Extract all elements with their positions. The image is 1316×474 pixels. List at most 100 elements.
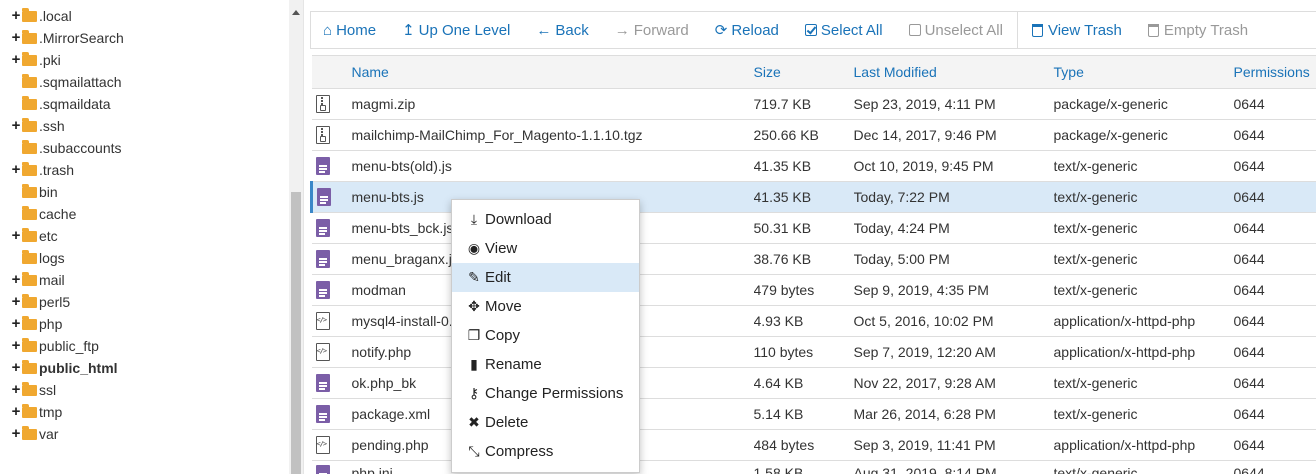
expand-icon[interactable]: + (10, 8, 22, 23)
file-name[interactable]: mailchimp-MailChimp_For_Magento-1.1.10.t… (351, 119, 754, 151)
folder-icon (22, 249, 37, 264)
expand-icon[interactable]: + (10, 228, 22, 243)
file-permissions: 0644 (1233, 274, 1316, 306)
empty-trash-button[interactable]: Empty Trash (1147, 22, 1248, 39)
menu-item-download[interactable]: ⤓ Download (452, 205, 639, 234)
tree-item-public_ftp[interactable]: + public_ftp (10, 335, 99, 357)
tree-item-label: perl5 (39, 294, 71, 310)
text-file-icon (315, 281, 330, 300)
tree-item-var[interactable]: + var (10, 423, 58, 445)
tree-item-label: .subaccounts (39, 140, 122, 156)
menu-item-label: Delete (485, 414, 529, 431)
menu-item-edit[interactable]: ✎ Edit (452, 263, 639, 292)
tree-item-dot-sqmaildata[interactable]: .sqmaildata (22, 93, 111, 115)
menu-item-copy[interactable]: ❐ Copy (452, 321, 639, 350)
file-modified: Sep 7, 2019, 12:20 AM (853, 336, 1054, 368)
expand-icon[interactable]: + (10, 316, 22, 331)
unselect-all-label: Unselect All (924, 21, 1003, 39)
file-modified: Today, 5:00 PM (853, 243, 1054, 275)
tree-item-label: tmp (39, 404, 63, 420)
back-button[interactable]: ← Back (536, 22, 588, 39)
tree-item-mail[interactable]: + mail (10, 269, 65, 291)
back-label: Back (555, 21, 589, 39)
expand-icon[interactable]: + (10, 30, 22, 45)
tree-item-php[interactable]: + php (10, 313, 62, 335)
file-size: 4.93 KB (753, 305, 854, 337)
menu-item-delete[interactable]: ✖ Delete (452, 408, 639, 437)
scroll-up-icon[interactable] (292, 10, 300, 15)
tree-item-perl5[interactable]: + perl5 (10, 291, 70, 313)
file-name[interactable]: menu-bts(old).js (351, 150, 754, 182)
folder-icon (22, 425, 37, 440)
tree-item-logs[interactable]: logs (22, 247, 65, 269)
tree-scrollbar[interactable] (289, 0, 303, 474)
expand-icon[interactable]: + (10, 52, 22, 67)
table-row[interactable]: magmi.zip 719.7 KB Sep 23, 2019, 4:11 PM pa… (311, 88, 1316, 120)
name-column-header[interactable]: Name (351, 55, 754, 89)
folder-icon (22, 95, 37, 110)
folder-icon (22, 227, 37, 242)
menu-item-change-permissions[interactable]: ⚷ Change Permissions (452, 379, 639, 408)
expand-icon[interactable]: + (10, 338, 22, 353)
tree-item-dot-mirrorsearch[interactable]: + .MirrorSearch (10, 27, 124, 49)
file-icon-cell (311, 429, 352, 461)
select-all-button[interactable]: Select All (804, 22, 883, 39)
file-name[interactable]: magmi.zip (351, 88, 754, 120)
file-permissions: 0644 (1233, 181, 1316, 213)
expand-icon[interactable]: + (10, 162, 22, 177)
home-button[interactable]: ⌂ Home (323, 22, 376, 39)
tree-item-dot-subaccounts[interactable]: .subaccounts (22, 137, 122, 159)
tree-item-label: cache (39, 206, 77, 222)
tree-item-dot-sqmailattach[interactable]: .sqmailattach (22, 71, 121, 93)
pane-splitter[interactable] (303, 0, 310, 474)
folder-icon (22, 73, 37, 88)
file-size: 719.7 KB (753, 88, 854, 120)
menu-item-rename[interactable]: ▮ Rename (452, 350, 639, 379)
file-modified: Mar 26, 2014, 6:28 PM (853, 398, 1054, 430)
menu-item-view[interactable]: ◉ View (452, 234, 639, 263)
expand-icon[interactable]: + (10, 404, 22, 419)
menu-item-move[interactable]: ✥ Move (452, 292, 639, 321)
unselect-all-button[interactable]: Unselect All (908, 21, 1003, 39)
tree-item-dot-ssh[interactable]: + .ssh (10, 115, 65, 137)
file-type: package/x-generic (1053, 88, 1234, 120)
modified-column-header[interactable]: Last Modified (853, 55, 1054, 89)
tree-item-dot-local[interactable]: + .local (10, 5, 72, 27)
expand-icon[interactable]: + (10, 272, 22, 287)
expand-icon[interactable]: + (10, 426, 22, 441)
tree-item-label: ssl (39, 382, 57, 398)
file-type: application/x-httpd-php (1053, 336, 1234, 368)
expand-icon[interactable]: + (10, 360, 22, 375)
permissions-column-header[interactable]: Permissions (1233, 55, 1316, 89)
tree-item-cache[interactable]: cache (22, 203, 76, 225)
tree-item-dot-trash[interactable]: + .trash (10, 159, 74, 181)
file-permissions: 0644 (1233, 119, 1316, 151)
size-column-header[interactable]: Size (753, 55, 854, 89)
file-icon-cell (311, 305, 352, 337)
tree-scrollbar-thumb[interactable] (291, 192, 301, 474)
forward-button[interactable]: → Forward (615, 22, 689, 39)
type-column-header[interactable]: Type (1053, 55, 1234, 89)
tree-item-public_html[interactable]: + public_html (10, 357, 118, 379)
tree-item-dot-pki[interactable]: + .pki (10, 49, 61, 71)
tree-item-bin[interactable]: bin (22, 181, 58, 203)
expand-icon[interactable]: + (10, 294, 22, 309)
tree-item-label: .sqmaildata (39, 96, 111, 112)
tree-item-tmp[interactable]: + tmp (10, 401, 62, 423)
reload-button[interactable]: ⟳ Reload (715, 22, 779, 39)
file-icon-cell (310, 181, 352, 213)
expand-icon[interactable]: + (10, 382, 22, 397)
table-row[interactable]: menu-bts(old).js 41.35 KB Oct 10, 2019, 9:… (311, 150, 1316, 182)
view-trash-button[interactable]: View Trash (1031, 22, 1122, 39)
table-row[interactable]: mailchimp-MailChimp_For_Magento-1.1.10.t… (311, 119, 1316, 151)
arrow-right-icon: → (614, 21, 630, 39)
tree-item-ssl[interactable]: + ssl (10, 379, 56, 401)
tree-item-label: .trash (39, 162, 75, 178)
menu-item-compress[interactable]: ⤡ Compress (452, 437, 639, 466)
archive-file-icon (315, 95, 330, 114)
up-one-level-button[interactable]: ↥ Up One Level (402, 22, 510, 39)
expand-icon[interactable]: + (10, 118, 22, 133)
file-toolbar: ⌂ Home ↥ Up One Level ← Back → Forward ⟳… (310, 11, 1316, 49)
archive-file-icon (315, 126, 330, 145)
tree-item-etc[interactable]: + etc (10, 225, 58, 247)
